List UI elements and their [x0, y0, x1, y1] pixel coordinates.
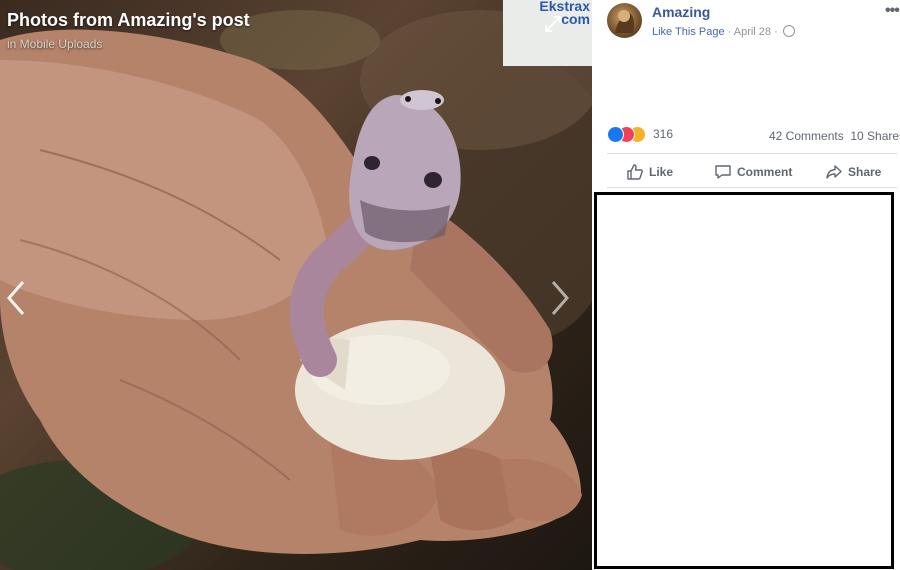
comment-button[interactable]: Comment: [714, 160, 792, 184]
page-name-link[interactable]: Amazing: [652, 4, 710, 20]
thumbs-up-icon: [627, 164, 643, 180]
comment-icon: [715, 165, 731, 179]
avatar[interactable]: [607, 3, 642, 38]
comment-button-label: Comment: [737, 165, 793, 179]
avatar-image: [615, 10, 634, 33]
post-stats: 42 Comments 10 Shares: [769, 129, 900, 143]
post-date[interactable]: April 28: [734, 26, 771, 38]
like-button-label: Like: [649, 165, 674, 179]
comments-count-link[interactable]: 42 Comments: [769, 129, 844, 143]
like-button[interactable]: Like: [626, 160, 673, 184]
comments-area: [594, 192, 894, 569]
share-button-label: Share: [848, 165, 882, 179]
more-icon[interactable]: •••: [885, 2, 900, 20]
shares-count-link[interactable]: 10 Shares: [850, 129, 900, 143]
album-link[interactable]: in Mobile Uploads: [7, 37, 102, 51]
like-page-link[interactable]: Like This Page: [652, 26, 725, 38]
chevron-left-icon[interactable]: [4, 278, 28, 318]
expand-icon[interactable]: [543, 14, 563, 34]
globe-icon: [782, 25, 795, 37]
meta-separator: ·: [724, 26, 734, 38]
divider: [607, 153, 897, 154]
post-panel: Amazing Like This Page · April 28 · ••• …: [592, 0, 900, 570]
chevron-right-icon[interactable]: [548, 278, 572, 318]
divider: [607, 187, 897, 188]
viewer-title: Photos from Amazing's post: [7, 10, 250, 30]
share-button[interactable]: Share: [825, 160, 881, 184]
share-arrow-icon: [826, 165, 842, 179]
post-meta: Like This Page · April 28 ·: [652, 25, 795, 38]
like-reaction-icon: [607, 126, 624, 143]
meta-separator-2: ·: [771, 26, 781, 38]
reaction-count: 316: [653, 127, 674, 141]
photo-viewer: Photos from Amazing's post in Mobile Upl…: [0, 0, 592, 570]
photo-image: [0, 10, 592, 570]
